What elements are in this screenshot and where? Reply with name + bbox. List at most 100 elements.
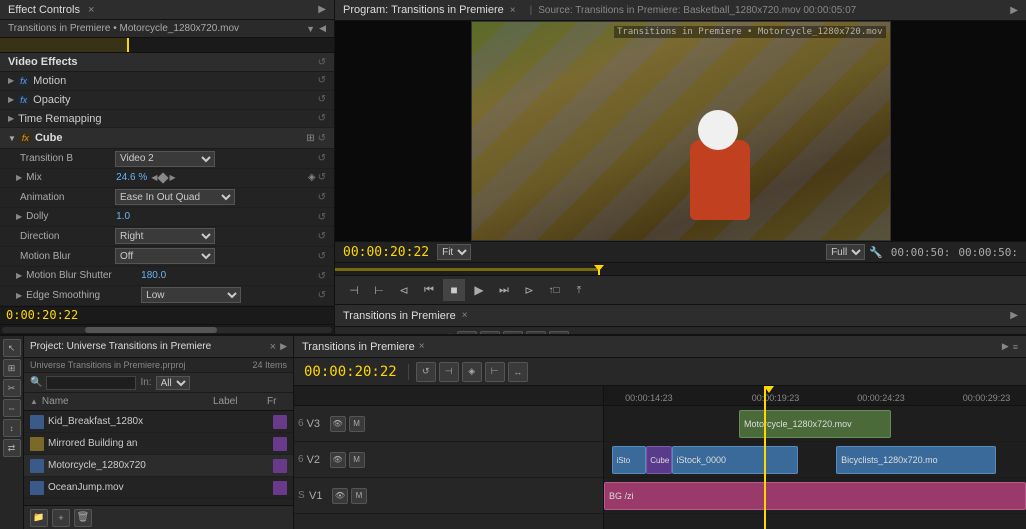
transition-b-select[interactable]: Video 2 [115,151,215,167]
lift-btn[interactable]: ↑□ [543,279,565,301]
v1-b-eye[interactable]: 👁 [332,488,348,504]
col-fr-header[interactable]: Fr [267,396,287,407]
tl-btn-2[interactable]: ⊣ [439,362,459,382]
cube-clip-b[interactable]: Cube [646,446,671,474]
goto-in-btn[interactable]: ⊲ [393,279,415,301]
list-item[interactable]: Motorcycle_1280x720 [24,455,293,477]
v3-b-eye[interactable]: 👁 [330,416,346,432]
cube-grid-icon[interactable]: ⊞ [306,133,314,144]
opacity-row[interactable]: ▶ fx Opacity ↺ [0,91,334,110]
effect-controls-tab[interactable]: Effect Controls × ▶ [0,0,334,20]
tool-track-select[interactable]: ⊞ [3,359,21,377]
goto-out-btn[interactable]: ⊳ [518,279,540,301]
tool-razor[interactable]: ✂ [3,379,21,397]
v2-b-mute[interactable]: M [349,452,365,468]
play-btn[interactable]: ▶ [468,279,490,301]
col-label-header[interactable]: Label [213,396,263,407]
motorcycle-clip-b[interactable]: Motorcycle_1280x720.mov [739,410,891,438]
bicyclists-clip-b[interactable]: Bicyclists_1280x720.mo [836,446,996,474]
search-input[interactable] [46,376,136,390]
cube-section-header[interactable]: ▼ fx Cube ⊞ ↺ [0,128,334,149]
v2-b-eye[interactable]: 👁 [330,452,346,468]
scrub-bar[interactable] [335,262,1026,275]
project-menu-icon[interactable]: ▶ [280,341,287,352]
v1-content-bottom[interactable]: BG /zi [604,478,1026,514]
cube-reset-icon[interactable]: ↺ [318,133,326,144]
project-title[interactable]: Project: Universe Transitions in Premier… [30,341,266,352]
opacity-reset-icon[interactable]: ↺ [318,94,326,105]
mix-value[interactable]: 24.6 % [116,172,147,183]
video-effects-reset[interactable]: ↺ [318,57,326,68]
motion-blur-reset[interactable]: ↺ [318,251,326,262]
delete-btn[interactable]: 🗑 [74,509,92,527]
v1-b-mute[interactable]: M [351,488,367,504]
extract-btn[interactable]: ⤒ [568,279,590,301]
effect-controls-close-btn[interactable]: × [88,4,94,16]
tool-roll[interactable]: ↕ [3,419,21,437]
istock-clip-b[interactable]: iStock_0000 [672,446,799,474]
edge-smoothing-select[interactable]: Low [141,287,241,303]
v3-content-bottom[interactable]: Motorcycle_1280x720.mov [604,406,1026,442]
wrench-icon[interactable]: 🔧 [869,246,883,259]
timeline-menu-icon[interactable]: ▶ [1010,310,1018,321]
direction-select[interactable]: Right [115,228,215,244]
tl-btn-5[interactable]: ↔ [508,362,528,382]
mix-keyframe-btn[interactable] [158,172,169,183]
transition-b-reset[interactable]: ↺ [318,153,326,164]
prev-clip-icon[interactable]: ◀ [319,23,326,34]
timeline-tab-label[interactable]: Transitions in Premiere [343,310,456,322]
step-back-btn[interactable]: ⏮ [418,279,440,301]
program-monitor-close[interactable]: × [510,5,516,16]
tool-ripple[interactable]: ⇔ [3,399,21,417]
tl-btn-3[interactable]: ◈ [462,362,482,382]
new-item-btn[interactable]: + [52,509,70,527]
tl-bottom-menu[interactable]: ▶ [1002,341,1009,352]
edge-smoothing-reset[interactable]: ↺ [318,290,326,301]
tl-btn-4[interactable]: ⊢ [485,362,505,382]
step-fwd-btn[interactable]: ⏭ [493,279,515,301]
timeline-close-btn[interactable]: × [462,310,468,321]
mark-in-btn[interactable]: ⊣ [343,279,365,301]
tl-btn-1[interactable]: ↺ [416,362,436,382]
list-item[interactable]: Kid_Breakfast_1280x [24,411,293,433]
in-select[interactable]: All [156,376,190,390]
search-icon: 🔍 [30,377,42,388]
isto-clip-b[interactable]: iSto [612,446,646,474]
dolly-reset[interactable]: ↺ [318,212,326,223]
mark-out-btn[interactable]: ⊢ [368,279,390,301]
tool-select[interactable]: ↖ [3,339,21,357]
motion-row[interactable]: ▶ fx Motion ↺ [0,72,334,91]
mix-diamond-icon[interactable]: ◈ [308,172,316,183]
fit-select[interactable]: Fit [437,244,471,260]
list-item[interactable]: Mirrored Building an [24,433,293,455]
tool-slip[interactable]: ⇄ [3,439,21,457]
tl-bottom-dots[interactable]: ≡ [1013,342,1018,352]
tl-bottom-close[interactable]: × [419,341,425,352]
mix-reset-icon[interactable]: ↺ [318,172,326,183]
new-bin-btn[interactable]: 📁 [30,509,48,527]
monitor-settings-icon[interactable]: ▶ [1010,5,1018,16]
h-scrollbar[interactable] [0,324,334,334]
motion-blur-select[interactable]: Off [115,248,215,264]
panel-menu-icon[interactable]: ▶ [318,4,326,15]
animation-select[interactable]: Ease In Out Quad [115,189,235,205]
motion-reset-icon[interactable]: ↺ [318,75,326,86]
mbs-reset[interactable]: ↺ [318,271,326,282]
quality-select[interactable]: Full [826,244,865,260]
dolly-value[interactable]: 1.0 [116,211,130,222]
v3-b-mute[interactable]: M [349,416,365,432]
ruler-bottom[interactable]: 00:00:14:23 00:00:19:23 00:00:24:23 00:0… [604,386,1026,406]
clip-dropdown-icon[interactable]: ▼ [306,24,315,34]
time-remapping-reset-icon[interactable]: ↺ [318,113,326,124]
mix-next-btn[interactable]: ▶ [169,173,175,182]
stop-btn[interactable]: ■ [443,279,465,301]
list-item[interactable]: OceanJump.mov [24,477,293,499]
project-close-btn[interactable]: × [270,341,276,353]
direction-reset[interactable]: ↺ [318,231,326,242]
v2-content-bottom[interactable]: iSto Cube iStock_0000 Bicyclists_1280x72… [604,442,1026,478]
time-remapping-row[interactable]: ▶ Time Remapping ↺ [0,110,334,129]
mbs-value[interactable]: 180.0 [141,270,166,281]
program-monitor-tab[interactable]: Program: Transitions in Premiere [343,4,504,16]
animation-reset[interactable]: ↺ [318,192,326,203]
col-name-header[interactable]: Name [42,396,209,407]
